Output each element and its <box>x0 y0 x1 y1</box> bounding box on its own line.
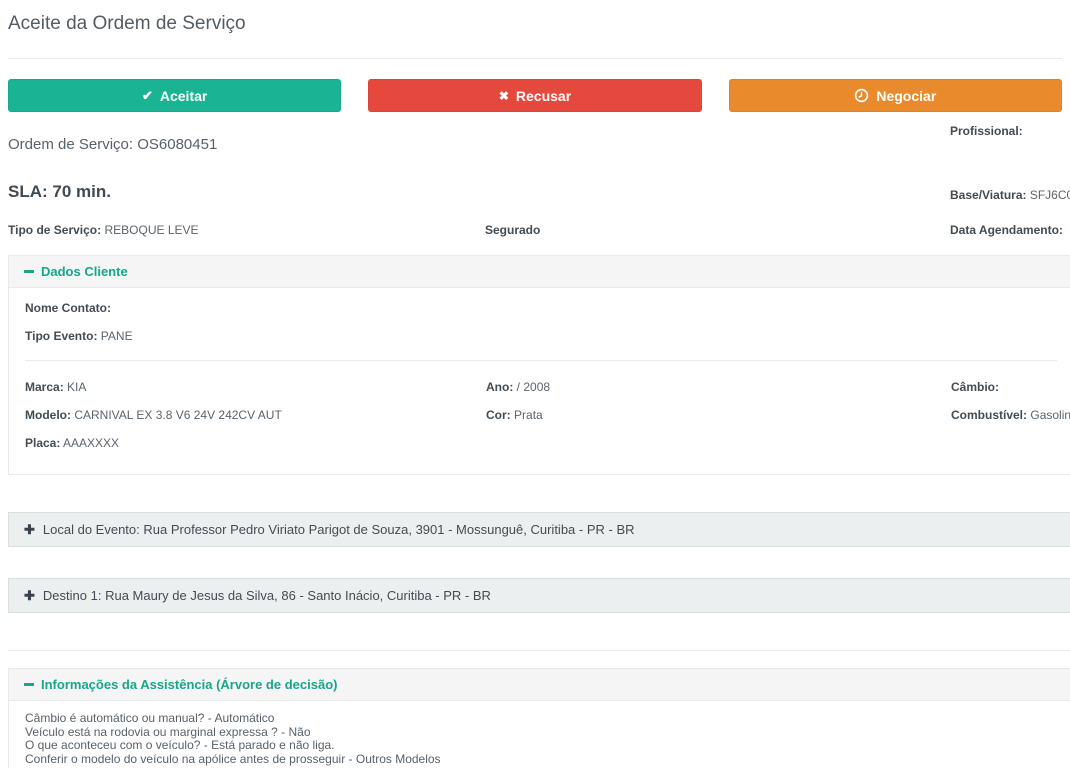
negotiate-button[interactable]: Negociar <box>729 79 1062 112</box>
page-title: Aceite da Ordem de Serviço <box>8 0 1062 35</box>
contact-name-label: Nome Contato: <box>25 302 1057 315</box>
fuel-label: Combustível: <box>951 408 1027 422</box>
decision-line: Câmbio é automático ou manual? - Automát… <box>25 712 1057 726</box>
plus-icon: ✚ <box>24 589 35 602</box>
service-type-label: Tipo de Serviço: <box>8 223 101 237</box>
plus-icon: ✚ <box>24 523 35 536</box>
client-data-panel-title: Dados Cliente <box>41 264 128 279</box>
gearbox-label: Câmbio: <box>951 380 999 394</box>
decision-tree-panel: Informações da Assistência (Árvore de de… <box>8 668 1070 768</box>
accept-button-label: Aceitar <box>160 88 207 104</box>
action-button-row: ✔ Aceitar ✖ Recusar Negociar <box>8 79 1062 112</box>
decision-line: Veículo está na rodovia ou marginal expr… <box>25 726 1057 740</box>
destination-address: Rua Maury de Jesus da Silva, 86 - Santo … <box>105 588 491 603</box>
empty-cell <box>951 437 1070 450</box>
empty-cell <box>486 437 951 450</box>
event-location-text: Local do Evento: Rua Professor Pedro Vir… <box>43 522 635 537</box>
order-meta: Profissional: Ordem de Serviço: OS608045… <box>8 112 1062 255</box>
year-value: / 2008 <box>517 380 550 394</box>
destination-bar[interactable]: ✚ Destino 1: Rua Maury de Jesus da Silva… <box>8 578 1070 613</box>
service-type-value: REBOQUE LEVE <box>104 223 198 237</box>
check-icon: ✔ <box>142 89 153 102</box>
professional-label: Profissional: <box>950 124 1023 138</box>
divider <box>8 58 1062 59</box>
base-viatura: Base/Viatura: SFJ6C03 <box>950 188 1070 202</box>
decision-tree-panel-title: Informações da Assistência (Árvore de de… <box>41 677 337 692</box>
plate-value: AAAXXXX <box>63 436 119 450</box>
refuse-button[interactable]: ✖ Recusar <box>368 79 701 112</box>
model-label: Modelo: <box>25 408 71 422</box>
plate-label: Placa: <box>25 436 60 450</box>
base-viatura-label: Base/Viatura: <box>950 188 1026 202</box>
collapse-minus-icon <box>24 270 34 273</box>
vehicle-grid: Marca: KIA Ano: / 2008 Câmbio: Modelo: C… <box>25 381 1057 450</box>
sla-value: SLA: 70 min. <box>8 182 111 202</box>
event-type-label: Tipo Evento: <box>25 329 97 343</box>
negotiate-button-label: Negociar <box>876 88 936 104</box>
fuel-field: Combustível: Gasolina <box>951 409 1070 422</box>
color-field: Cor: Prata <box>486 409 951 422</box>
year-field: Ano: / 2008 <box>486 381 951 394</box>
order-number: Ordem de Serviço: OS6080451 <box>8 136 217 153</box>
divider <box>8 650 1070 651</box>
brand-field: Marca: KIA <box>25 381 486 394</box>
brand-value: KIA <box>67 380 86 394</box>
color-label: Cor: <box>486 408 511 422</box>
page: Aceite da Ordem de Serviço ✔ Aceitar ✖ R… <box>0 0 1070 768</box>
client-data-panel-header[interactable]: Dados Cliente <box>9 256 1070 288</box>
decision-line: O que aconteceu com o veículo? - Está pa… <box>25 739 1057 753</box>
clock-icon <box>854 88 869 103</box>
destination-label: Destino 1: <box>43 588 102 603</box>
model-value: CARNIVAL EX 3.8 V6 24V 242CV AUT <box>74 408 281 422</box>
divider <box>25 360 1057 361</box>
event-location-address: Rua Professor Pedro Viriato Parigot de S… <box>143 522 634 537</box>
insured-label: Segurado <box>485 223 540 237</box>
refuse-button-label: Recusar <box>516 88 571 104</box>
event-location-bar[interactable]: ✚ Local do Evento: Rua Professor Pedro V… <box>8 512 1070 547</box>
service-type: Tipo de Serviço: REBOQUE LEVE <box>8 223 199 237</box>
decision-tree-panel-header[interactable]: Informações da Assistência (Árvore de de… <box>9 669 1070 701</box>
event-location-label: Local do Evento: <box>43 522 140 537</box>
decision-tree-body: Câmbio é automático ou manual? - Automát… <box>9 701 1070 768</box>
event-type-field: Tipo Evento: PANE <box>25 330 1057 343</box>
destination-text: Destino 1: Rua Maury de Jesus da Silva, … <box>43 588 491 603</box>
client-data-panel: Dados Cliente Nome Contato: Tipo Evento:… <box>8 255 1070 475</box>
x-icon: ✖ <box>499 90 509 102</box>
schedule-date-label: Data Agendamento: <box>950 223 1063 237</box>
plate-field: Placa: AAAXXXX <box>25 437 486 450</box>
event-type-value: PANE <box>101 329 133 343</box>
client-data-panel-body: Nome Contato: Tipo Evento: PANE Marca: K… <box>9 288 1070 474</box>
decision-line: Conferir o modelo do veículo na apólice … <box>25 753 1057 767</box>
accept-button[interactable]: ✔ Aceitar <box>8 79 341 112</box>
brand-label: Marca: <box>25 380 64 394</box>
collapse-minus-icon <box>24 683 34 686</box>
color-value: Prata <box>514 408 543 422</box>
year-label: Ano: <box>486 380 513 394</box>
base-viatura-value: SFJ6C03 <box>1030 188 1070 202</box>
fuel-value: Gasolina <box>1030 408 1070 422</box>
model-field: Modelo: CARNIVAL EX 3.8 V6 24V 242CV AUT <box>25 409 486 422</box>
gearbox-field: Câmbio: <box>951 381 1070 394</box>
